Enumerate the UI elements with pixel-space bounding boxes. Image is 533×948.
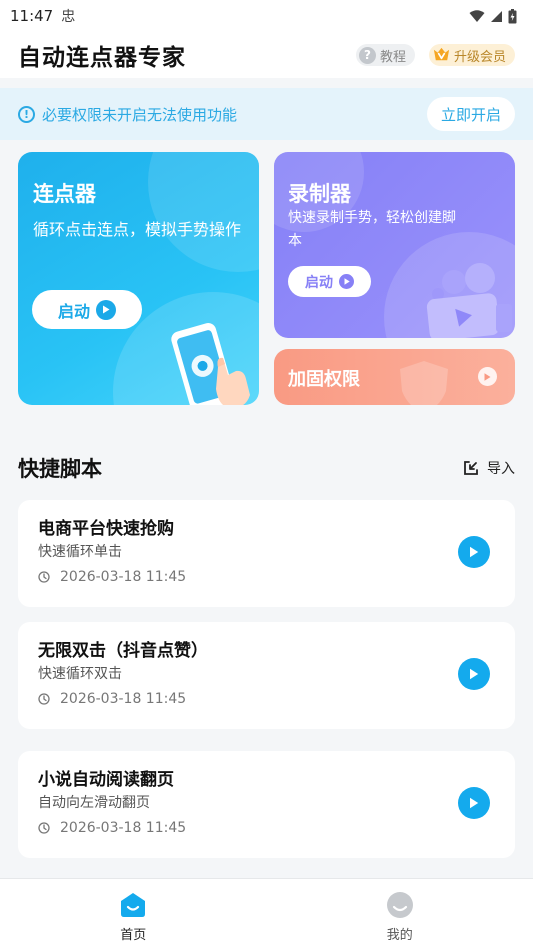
home-icon [121, 893, 146, 917]
status-bar: 11:47 忠 [0, 0, 533, 32]
vip-label: 升级会员 [453, 49, 506, 65]
vip-crown-icon [433, 47, 450, 60]
clock-icon [38, 822, 50, 834]
clock-icon [38, 693, 50, 705]
script-card[interactable]: 电商平台快速抢购 快速循环单击 2026-03-18 11:45 [18, 500, 515, 607]
start-label: 启动 [57, 301, 90, 321]
phone-tap-illustration [171, 323, 250, 405]
decor-circle [148, 152, 259, 272]
notification-icon: 忠 [61, 9, 76, 25]
tutorial-label: 教程 [379, 49, 406, 65]
signal-icon [491, 10, 502, 22]
script-time-text: 2026-03-18 11:45 [60, 569, 187, 585]
script-card[interactable]: 无限双击（抖音点赞） 快速循环双击 2026-03-18 11:45 [18, 622, 515, 729]
permission-alert: ! 必要权限未开启无法使用功能 立即开启 [0, 88, 533, 140]
tutorial-button[interactable]: ? 教程 [355, 44, 415, 66]
play-icon [470, 668, 479, 680]
question-icon: ? [358, 46, 376, 64]
script-desc: 快速循环双击 [38, 666, 122, 682]
script-name: 小说自动阅读翻页 [38, 770, 174, 790]
script-card[interactable]: 小说自动阅读翻页 自动向左滑动翻页 2026-03-18 11:45 [18, 751, 515, 858]
status-icons [469, 8, 517, 24]
tab-home[interactable]: 首页 [0, 879, 267, 948]
recorder-title: 录制器 [288, 182, 351, 206]
clock-icon [38, 571, 50, 583]
play-icon [96, 299, 116, 320]
recorder-card[interactable]: 录制器 快速录制手势，轻松创建脚本 启动 [274, 152, 515, 338]
app-header: 自动连点器专家 ? 教程 升级会员 [0, 32, 533, 78]
bottom-tab-bar: 首页 我的 [0, 878, 533, 948]
tab-mine-label: 我的 [386, 928, 413, 943]
clicker-start-button[interactable]: 启动 [32, 290, 142, 329]
alert-text: 必要权限未开启无法使用功能 [42, 105, 238, 124]
play-icon [470, 546, 479, 558]
import-icon [464, 461, 478, 475]
script-time-text: 2026-03-18 11:45 [60, 820, 187, 836]
reinforce-title: 加固权限 [288, 369, 360, 390]
script-desc: 快速循环单击 [38, 544, 122, 560]
battery-icon [508, 8, 517, 23]
script-time-text: 2026-03-18 11:45 [60, 691, 187, 707]
script-name: 无限双击（抖音点赞） [38, 641, 208, 661]
script-time: 2026-03-18 11:45 [38, 691, 186, 707]
script-time: 2026-03-18 11:45 [38, 569, 186, 585]
quick-scripts-header: 快捷脚本 导入 [18, 451, 515, 485]
clicker-desc: 循环点击连点，模拟手势操作 [33, 220, 242, 239]
script-name: 电商平台快速抢购 [38, 519, 174, 539]
tab-mine[interactable]: 我的 [267, 879, 533, 948]
script-time: 2026-03-18 11:45 [38, 820, 186, 836]
import-button[interactable]: 导入 [463, 458, 515, 478]
start-label: 启动 [305, 274, 333, 291]
play-icon [339, 274, 354, 289]
wifi-icon [469, 9, 485, 22]
play-icon [478, 367, 497, 386]
upgrade-vip-button[interactable]: 升级会员 [428, 44, 515, 66]
shield-icon [400, 361, 448, 405]
recorder-desc: 快速录制手势，轻松创建脚本 [288, 210, 456, 249]
info-icon: ! [18, 105, 35, 123]
app-title: 自动连点器专家 [18, 45, 186, 71]
script-desc: 自动向左滑动翻页 [38, 795, 150, 811]
clicker-card[interactable]: 连点器 循环点击连点，模拟手势操作 启动 [18, 152, 259, 405]
reinforce-permission-card[interactable]: 加固权限 [274, 349, 515, 405]
tab-home-label: 首页 [120, 928, 147, 943]
clicker-title: 连点器 [33, 182, 96, 206]
import-label: 导入 [487, 461, 515, 477]
status-time: 11:47 [10, 7, 54, 25]
run-script-button[interactable] [458, 536, 490, 568]
run-script-button[interactable] [458, 658, 490, 690]
recorder-start-button[interactable]: 启动 [288, 266, 371, 297]
profile-icon [386, 892, 413, 918]
run-script-button[interactable] [458, 787, 490, 819]
section-title: 快捷脚本 [18, 457, 102, 481]
video-camera-illustration [426, 263, 512, 338]
enable-permission-button[interactable]: 立即开启 [427, 97, 515, 131]
play-icon [470, 797, 479, 809]
